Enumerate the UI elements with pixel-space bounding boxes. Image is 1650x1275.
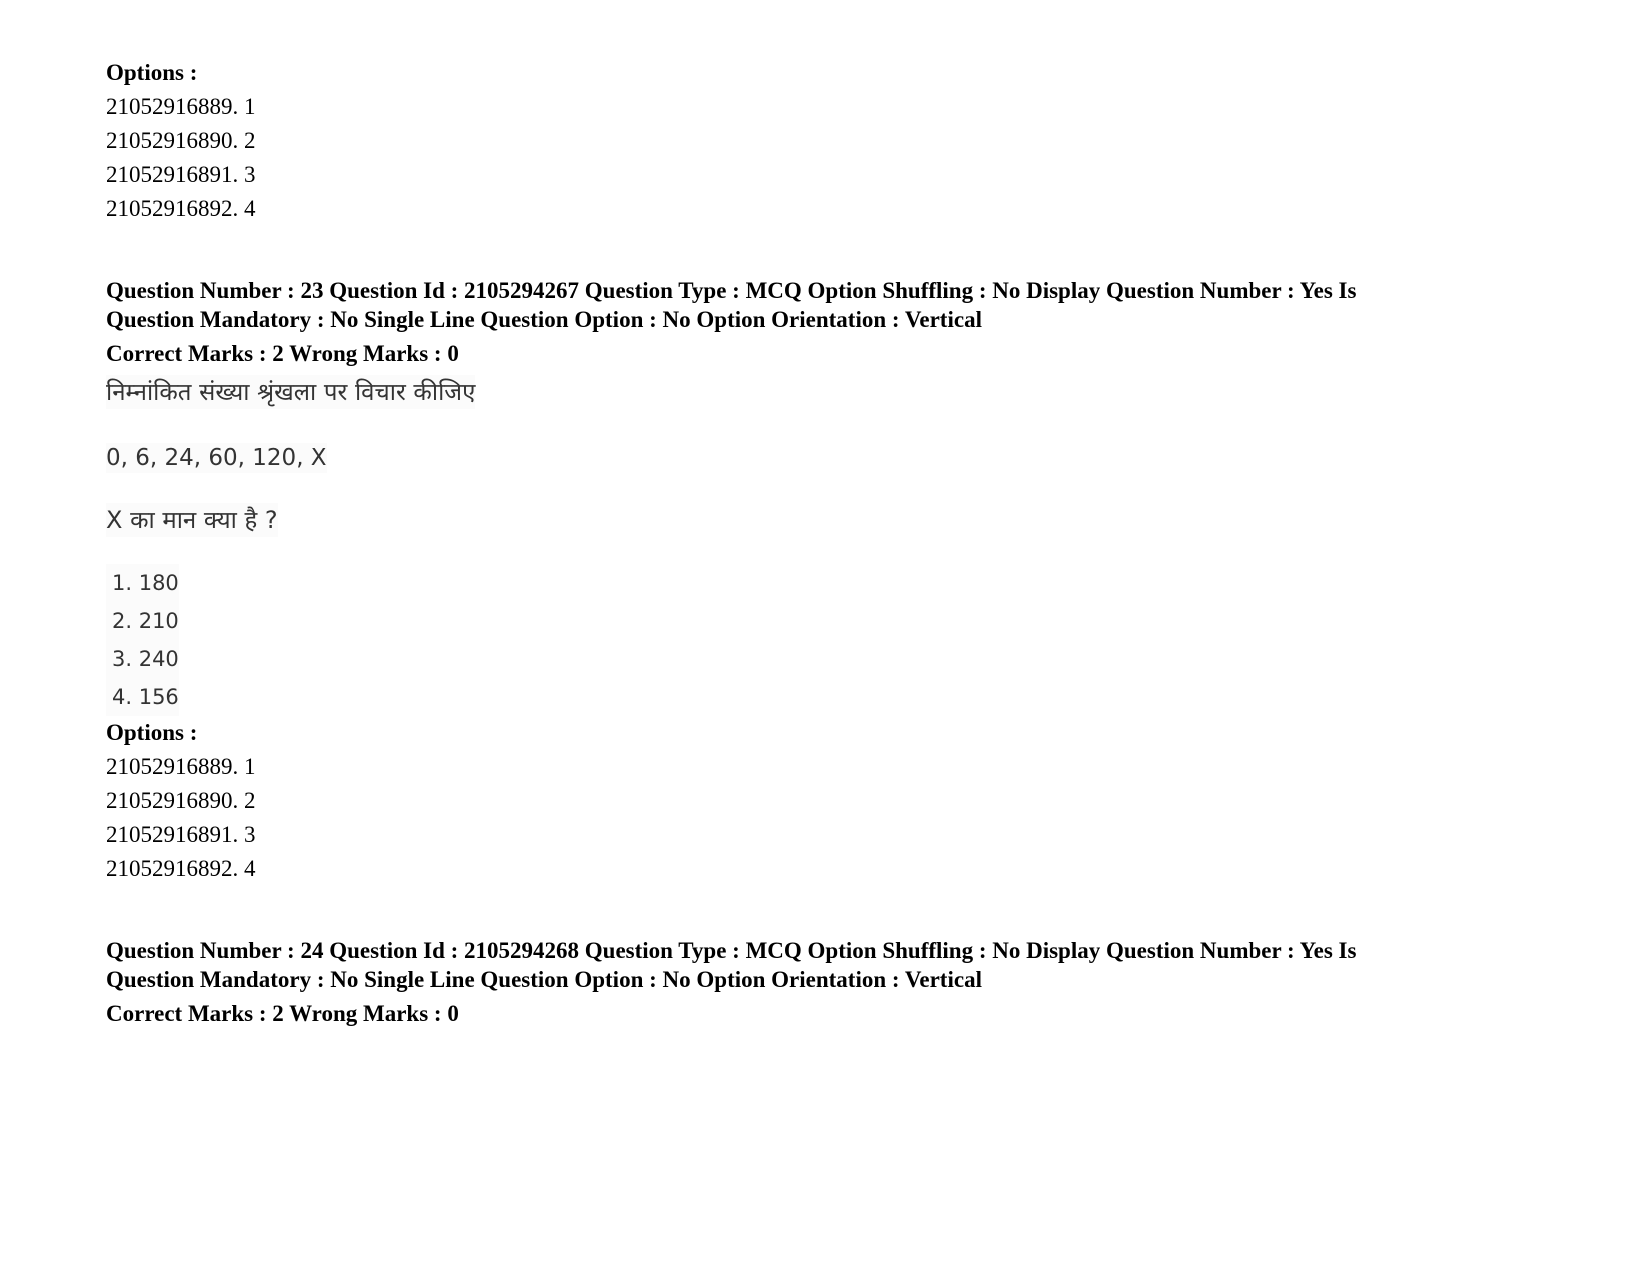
- question-meta-line-1: Question Number : 23 Question Id : 21052…: [106, 278, 1357, 303]
- option-id-item: 21052916889. 1: [106, 754, 256, 779]
- option-id-item: 21052916889. 1: [106, 94, 256, 119]
- option-id-item: 21052916892. 4: [106, 856, 256, 881]
- option-id-item: 21052916890. 2: [106, 788, 256, 813]
- question-meta-line-2: Question Mandatory : No Single Line Ques…: [106, 967, 982, 992]
- question-24-marks: Correct Marks : 2 Wrong Marks : 0: [106, 1001, 459, 1026]
- options-block-q22: Options : 21052916889. 1 21052916890. 2 …: [106, 56, 256, 226]
- options-label: Options :: [106, 60, 198, 85]
- question-23-marks: Correct Marks : 2 Wrong Marks : 0: [106, 341, 459, 366]
- option-id-item: 21052916890. 2: [106, 128, 256, 153]
- option-id-item: 21052916891. 3: [106, 822, 256, 847]
- question-meta-line-2: Question Mandatory : No Single Line Ques…: [106, 307, 982, 332]
- question-meta-line-1: Question Number : 24 Question Id : 21052…: [106, 938, 1357, 963]
- option-id-item: 21052916891. 3: [106, 162, 256, 187]
- question-23-header: Question Number : 23 Question Id : 21052…: [106, 276, 1546, 334]
- question-23-text: निम्नांकित संख्या श्रृंखला पर विचार कीजि…: [106, 375, 476, 409]
- choice-item: 3. 240: [112, 647, 179, 671]
- question-23-series: 0, 6, 24, 60, 120, X: [106, 443, 327, 473]
- question-23-choices: 1. 180 2. 210 3. 240 4. 156: [106, 564, 179, 716]
- options-block-q23: Options : 21052916889. 1 21052916890. 2 …: [106, 716, 256, 886]
- option-id-item: 21052916892. 4: [106, 196, 256, 221]
- question-24-header: Question Number : 24 Question Id : 21052…: [106, 936, 1546, 994]
- choice-item: 4. 156: [112, 685, 179, 709]
- choice-item: 1. 180: [112, 571, 179, 595]
- options-label: Options :: [106, 720, 198, 745]
- choice-item: 2. 210: [112, 609, 179, 633]
- question-23-prompt: X का मान क्या है ?: [106, 503, 278, 537]
